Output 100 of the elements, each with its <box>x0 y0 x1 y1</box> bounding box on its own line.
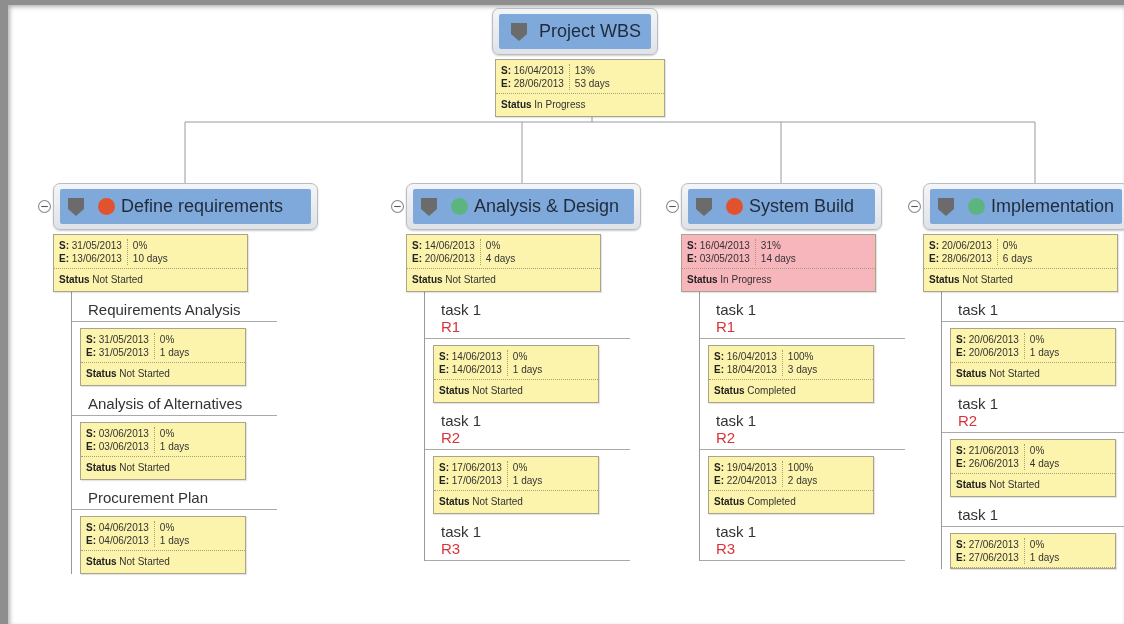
task-title[interactable]: task 1 <box>441 523 482 540</box>
shield-icon <box>696 197 712 216</box>
duration: 3 days <box>787 363 818 376</box>
end-date: E: 13/06/2013 <box>59 252 122 265</box>
status-text: Status Not Started <box>86 368 170 379</box>
resource-label: R2 <box>441 429 461 446</box>
branch-node[interactable]: Implementation <box>923 183 1124 230</box>
percent-complete: 0% <box>159 427 176 440</box>
start-date: S: 16/04/2013 <box>501 64 564 77</box>
task-title[interactable]: task 1 <box>958 506 999 523</box>
end-date: E: 27/06/2013 <box>956 551 1019 564</box>
duration: 1 days <box>512 363 543 376</box>
duration: 1 days <box>159 440 190 453</box>
start-date: S: 20/06/2013 <box>956 333 1019 346</box>
branch-node[interactable]: System Build <box>681 183 882 230</box>
branch-node[interactable]: Define requirements <box>53 183 318 230</box>
percent-complete: 0% <box>512 461 529 474</box>
start-date: S: 14/06/2013 <box>439 350 502 363</box>
duration: 6 days <box>1002 252 1033 265</box>
start-date: S: 19/04/2013 <box>714 461 777 474</box>
shield-icon <box>421 197 437 216</box>
task-title[interactable]: task 1 <box>441 412 482 429</box>
percent-complete: 0% <box>1029 444 1046 457</box>
percent-complete: 0% <box>159 333 176 346</box>
collapse-icon[interactable] <box>666 200 679 213</box>
status-text: Status Not Started <box>956 479 1040 490</box>
start-date: S: 04/06/2013 <box>86 521 149 534</box>
end-date: E: 26/06/2013 <box>956 457 1019 470</box>
status-text: Status Not Started <box>86 556 170 567</box>
end-date: E: 31/05/2013 <box>86 346 149 359</box>
task-title[interactable]: task 1 <box>716 523 757 540</box>
end-date: E: 04/06/2013 <box>86 534 149 547</box>
end-date: E: 03/06/2013 <box>86 440 149 453</box>
status-text: Status Not Started <box>956 368 1040 379</box>
duration: 10 days <box>132 252 168 265</box>
start-date: S: 20/06/2013 <box>929 239 992 252</box>
duration: 1 days <box>1029 551 1060 564</box>
percent-complete: 0% <box>485 239 502 252</box>
duration: 4 days <box>1029 457 1060 470</box>
status-text: Status In Progress <box>501 99 586 110</box>
resource-label: R3 <box>716 540 736 557</box>
end-date: E: 18/04/2013 <box>714 363 777 376</box>
branch-node[interactable]: Analysis & Design <box>406 183 641 230</box>
percent-complete: 0% <box>1029 538 1046 551</box>
end-date: E: 28/06/2013 <box>501 77 564 90</box>
collapse-icon[interactable] <box>38 200 51 213</box>
status-text: Status Not Started <box>412 274 496 285</box>
percent-complete: 0% <box>1029 333 1046 346</box>
resource-label: R1 <box>716 318 736 335</box>
start-date: S: 31/05/2013 <box>86 333 149 346</box>
shield-icon <box>68 197 84 216</box>
task-title[interactable]: task 1 <box>958 395 999 412</box>
status-text: Status Not Started <box>86 462 170 473</box>
status-text: Status In Progress <box>687 274 772 285</box>
start-date: S: 31/05/2013 <box>59 239 122 252</box>
end-date: E: 22/04/2013 <box>714 474 777 487</box>
start-date: S: 14/06/2013 <box>412 239 475 252</box>
end-date: E: 28/06/2013 <box>929 252 992 265</box>
collapse-icon[interactable] <box>391 200 404 213</box>
task-title[interactable]: task 1 <box>958 301 999 318</box>
end-date: E: 20/06/2013 <box>412 252 475 265</box>
node-title: Project WBS <box>539 21 642 42</box>
end-date: E: 20/06/2013 <box>956 346 1019 359</box>
task-title[interactable]: Analysis of Alternatives <box>88 395 243 412</box>
node-title: Analysis & Design <box>474 196 620 217</box>
percent-complete: 0% <box>132 239 149 252</box>
duration: 1 days <box>159 534 190 547</box>
node-title: Define requirements <box>121 196 284 217</box>
resource-label: R3 <box>441 540 461 557</box>
end-date: E: 14/06/2013 <box>439 363 502 376</box>
resource-label: R2 <box>716 429 736 446</box>
end-date: E: 03/05/2013 <box>687 252 750 265</box>
task-title[interactable]: task 1 <box>716 412 757 429</box>
task-title[interactable]: task 1 <box>441 301 482 318</box>
task-title[interactable]: Requirements Analysis <box>88 301 241 318</box>
collapse-icon[interactable] <box>908 200 921 213</box>
resource-label: R1 <box>441 318 461 335</box>
task-title[interactable]: task 1 <box>716 301 757 318</box>
percent-complete: 0% <box>159 521 176 534</box>
duration: 1 days <box>1029 346 1060 359</box>
start-date: S: 21/06/2013 <box>956 444 1019 457</box>
duration: 1 days <box>159 346 190 359</box>
root-node[interactable]: Project WBS <box>492 8 659 55</box>
start-date: S: 03/06/2013 <box>86 427 149 440</box>
status-text: Status Not Started <box>439 385 523 396</box>
status-text: Status Completed <box>714 496 796 507</box>
duration: 14 days <box>760 252 796 265</box>
percent-complete: 100% <box>787 350 815 363</box>
percent-complete: 31% <box>760 239 782 252</box>
start-date: S: 27/06/2013 <box>956 538 1019 551</box>
status-text: Status Completed <box>714 385 796 396</box>
start-date: S: 17/06/2013 <box>439 461 502 474</box>
duration: 53 days <box>574 77 610 90</box>
resource-label: R2 <box>958 412 978 429</box>
status-text: Status Not Started <box>929 274 1013 285</box>
shield-icon <box>511 22 527 41</box>
task-title[interactable]: Procurement Plan <box>88 489 209 506</box>
start-date: S: 16/04/2013 <box>714 350 777 363</box>
node-title: System Build <box>749 196 855 217</box>
node-title: Implementation <box>991 196 1115 217</box>
